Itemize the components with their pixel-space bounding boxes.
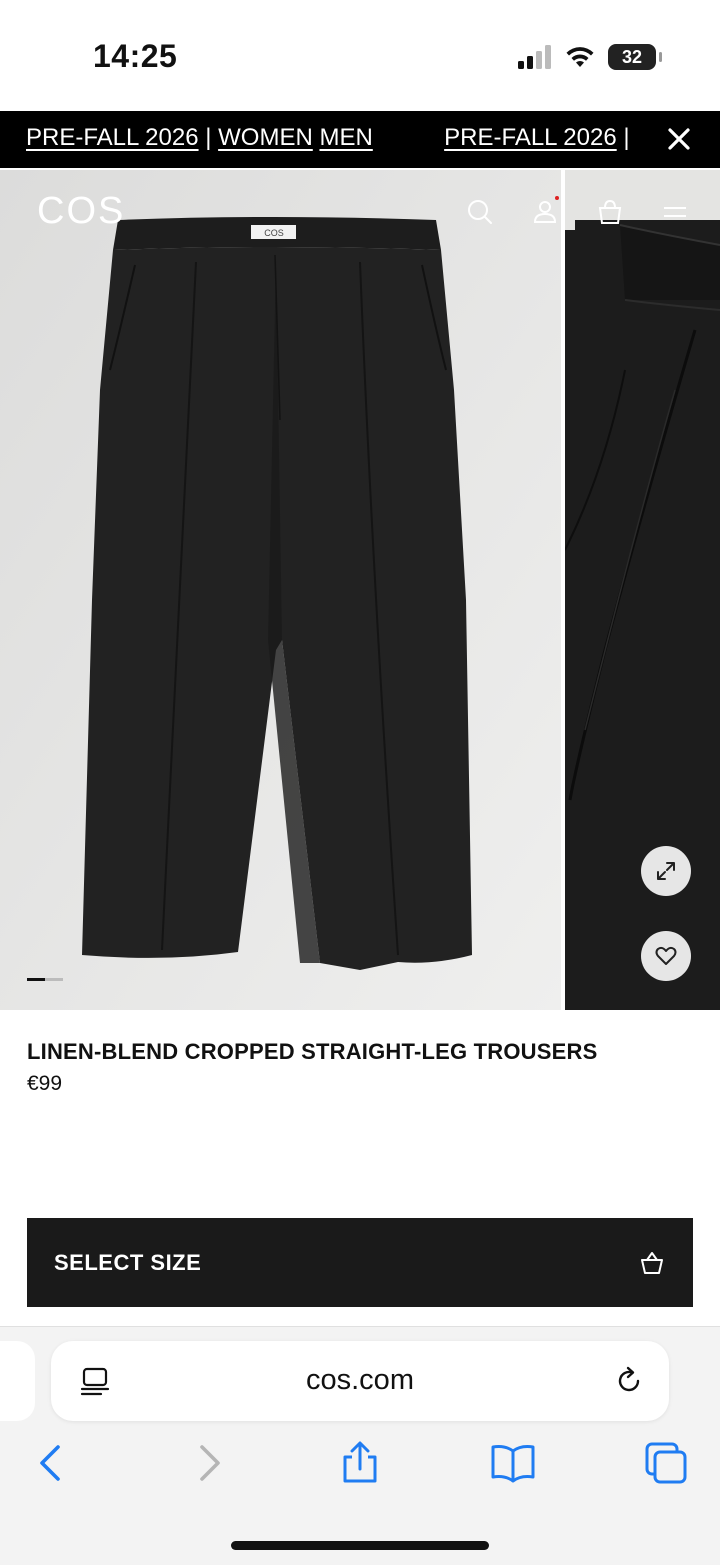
- status-time: 14:25: [93, 38, 178, 74]
- reload-icon[interactable]: [613, 1365, 645, 1397]
- trousers-detail-illustration: [564, 170, 720, 1010]
- expand-button[interactable]: [641, 846, 691, 896]
- select-size-label: SELECT SIZE: [54, 1249, 202, 1275]
- promo-link-women[interactable]: WOMEN: [218, 124, 313, 151]
- browser-chrome: cos.com: [0, 1326, 720, 1565]
- account-icon[interactable]: [531, 198, 559, 226]
- wifi-icon: [566, 47, 594, 67]
- bookmarks-icon[interactable]: [491, 1441, 535, 1485]
- trousers-illustration: COS: [0, 170, 561, 1010]
- product-title: LINEN-BLEND CROPPED STRAIGHT-LEG TROUSER…: [27, 1039, 598, 1064]
- search-icon[interactable]: [466, 198, 494, 226]
- battery-indicator: 32: [608, 44, 662, 70]
- gallery-pager-active: [27, 978, 45, 981]
- promo-link-prefall[interactable]: PRE-FALL 2026: [26, 124, 199, 151]
- forward-icon[interactable]: [186, 1441, 230, 1485]
- close-icon[interactable]: [664, 124, 694, 154]
- expand-icon: [657, 862, 675, 880]
- product-image-front[interactable]: COS: [0, 170, 561, 1010]
- product-image-detail[interactable]: [564, 170, 720, 1010]
- previous-tab-preview[interactable]: [0, 1341, 35, 1421]
- site-header: COS: [0, 170, 720, 255]
- tabs-icon[interactable]: [644, 1441, 688, 1485]
- status-icons: 32: [518, 44, 662, 70]
- product-price: €99: [27, 1072, 63, 1095]
- gallery-pager: [27, 978, 63, 981]
- promo-marquee: PRE-FALL 2026 | WOMEN MEN PRE-FALL 2026 …: [26, 124, 630, 152]
- promo-link-men[interactable]: MEN: [319, 124, 372, 151]
- basket-icon: [641, 1251, 663, 1274]
- wishlist-button[interactable]: [641, 931, 691, 981]
- heart-icon: [655, 946, 677, 965]
- url-text[interactable]: cos.com: [51, 1364, 669, 1397]
- select-size-button[interactable]: SELECT SIZE: [27, 1218, 693, 1307]
- share-icon[interactable]: [338, 1441, 382, 1485]
- shopping-bag-icon[interactable]: [596, 198, 624, 226]
- back-icon[interactable]: [30, 1441, 74, 1485]
- notification-dot: [555, 196, 559, 200]
- promo-banner: PRE-FALL 2026 | WOMEN MEN PRE-FALL 2026 …: [0, 111, 720, 168]
- promo-link-prefall-repeat[interactable]: PRE-FALL 2026: [444, 124, 617, 151]
- product-gallery[interactable]: COS COS: [0, 170, 720, 1010]
- cellular-signal-icon: [518, 45, 551, 69]
- menu-icon[interactable]: [661, 198, 689, 226]
- promo-separator: |: [205, 124, 212, 151]
- promo-separator-repeat: |: [623, 124, 630, 151]
- status-bar: 14:25 32: [0, 0, 720, 110]
- address-bar[interactable]: cos.com: [51, 1341, 669, 1421]
- cos-logo[interactable]: COS: [37, 190, 125, 233]
- home-indicator: [231, 1541, 489, 1550]
